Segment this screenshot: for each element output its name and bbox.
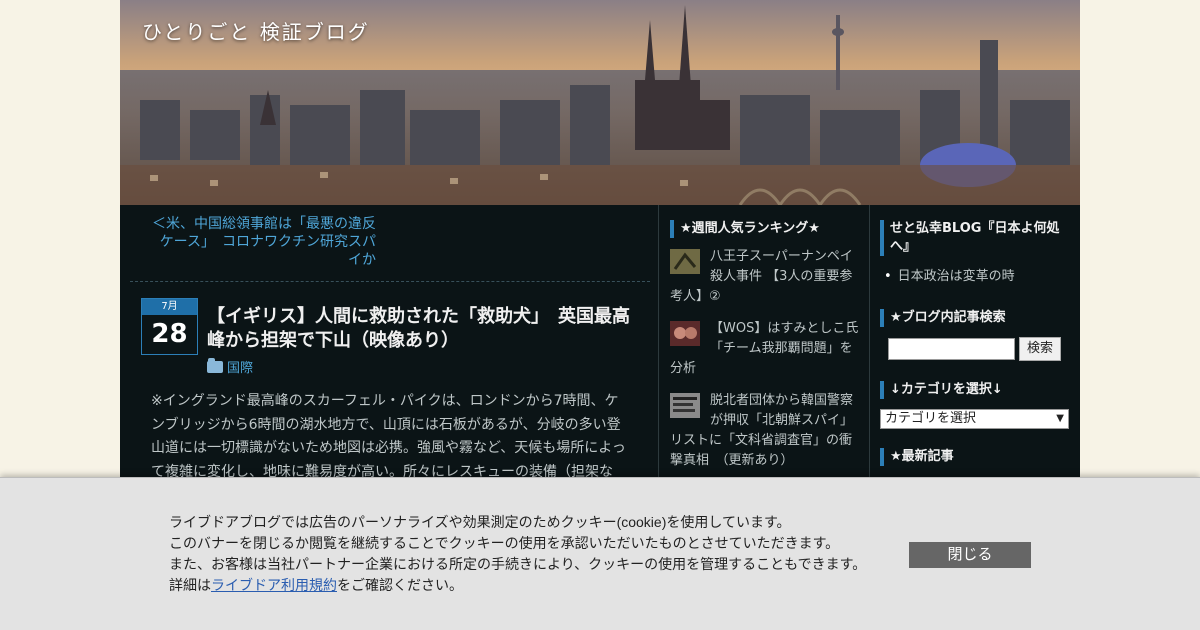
ranking-item-2[interactable]: 【WOS】はすみとしこ氏「チーム我那覇問題」を分析 [670, 319, 860, 379]
folder-icon [207, 357, 223, 373]
dropdown-arrow-icon: ▼ [1056, 413, 1064, 424]
search-input[interactable] [888, 338, 1015, 360]
search-heading: ★ブログ内記事検索 [880, 309, 1006, 327]
post-category-link[interactable]: 国際 [207, 357, 253, 376]
prev-article-link[interactable]: ＜米、中国総領事館は「最悪の違反ケース」 コロナワクチン研究スパイか [150, 215, 376, 269]
cookie-line-1: ライブドアブログでは広告のパーソナライズや効果測定のためクッキー(cookie)… [169, 514, 791, 530]
ranking-item-1[interactable]: 八王子スーパーナンペイ殺人事件 【3人の重要参考人】② [670, 247, 860, 307]
blog-title[interactable]: ひとりごと 検証ブログ [142, 16, 370, 45]
cookie-banner: ライブドアブログでは広告のパーソナライズや効果測定のためクッキー(cookie)… [0, 477, 1200, 630]
latest-heading: ★最新記事 [880, 448, 954, 466]
header-banner[interactable]: ひとりごと 検証ブログ [120, 0, 1080, 205]
post-date-month: 7月 [142, 299, 197, 315]
ranking-thumbnail-3 [670, 393, 700, 418]
cookie-line-3: また、お客様は当社パートナー企業における所定の手続きにより、クッキーの使用を管理… [169, 556, 867, 572]
close-button[interactable]: 閉じる [909, 542, 1031, 568]
divider [130, 281, 650, 282]
ranking-heading: ★週間人気ランキング★ [670, 220, 820, 238]
post-body: ※イングランド最高峰のスカーフェル・パイクは、ロンドンから7時間、ケンブリッジか… [151, 393, 626, 480]
cookie-line-4-suffix: をご確認ください。 [337, 577, 463, 593]
link-item[interactable]: 日本政治は変革の時 [884, 265, 1015, 284]
ranking-item-3[interactable]: 脱北者団体から韓国警察が押収「北朝鮮スパイ」リストに「文科省調査官」の衝撃真相 … [670, 391, 860, 471]
cookie-text: ライブドアブログでは広告のパーソナライズや効果測定のためクッキー(cookie)… [169, 512, 889, 596]
link-heading: せと弘幸BLOG『日本よ何処へ』 [880, 220, 1070, 256]
ranking-thumbnail-1 [670, 249, 700, 274]
search-button[interactable]: 検索 [1019, 337, 1061, 361]
category-select-value: カテゴリを選択 [885, 411, 977, 426]
cookie-line-4-prefix: 詳細は [169, 577, 211, 593]
post-date-day: 28 [151, 319, 188, 349]
cookie-line-2: このバナーを閉じるか閲覧を継続することでクッキーの使用を承認いただいたものとさせ… [169, 535, 840, 551]
post-category-label: 国際 [227, 361, 254, 376]
category-heading: ↓カテゴリを選択↓ [880, 381, 1003, 399]
terms-link[interactable]: ライブドア利用規約 [211, 577, 337, 593]
post-title[interactable]: 【イギリス】人間に救助された「救助犬」 英国最高峰から担架で下山（映像あり） [207, 305, 647, 353]
post-date: 7月 28 [141, 298, 198, 355]
category-select[interactable]: カテゴリを選択 ▼ [880, 409, 1069, 429]
cookie-line-4: 詳細はライブドア利用規約をご確認ください。 [169, 575, 889, 596]
ranking-thumbnail-2 [670, 321, 700, 346]
